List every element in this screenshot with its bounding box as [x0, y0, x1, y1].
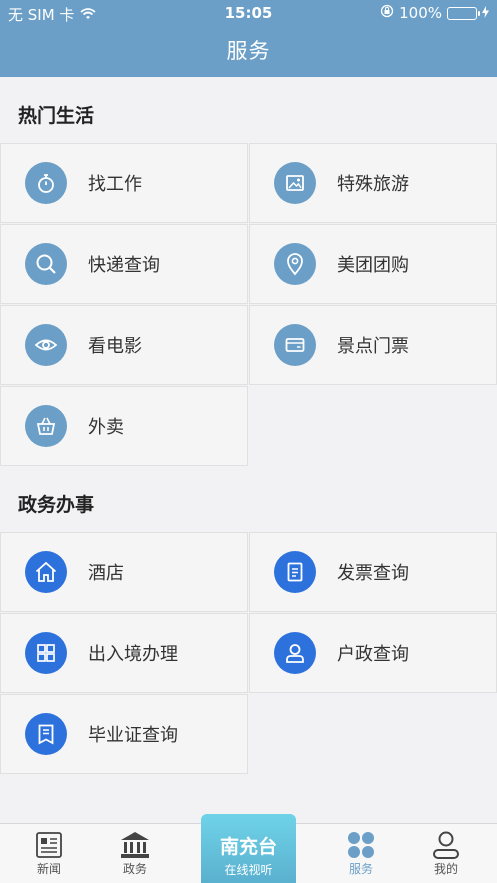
service-hotel[interactable]: 酒店: [0, 532, 248, 612]
section-title-hot-life: 热门生活: [18, 105, 95, 127]
government-building-icon: [100, 830, 170, 860]
battery-icon: [447, 6, 480, 20]
service-invoice-query[interactable]: 发票查询: [249, 532, 497, 612]
rotation-lock-icon: [380, 4, 394, 22]
service-label: 找工作: [88, 174, 142, 195]
page-title: 服务: [0, 26, 497, 77]
tab-government[interactable]: 政务: [100, 830, 170, 877]
center-tab-title: 南充台: [219, 836, 277, 858]
search-icon: [25, 243, 67, 285]
tab-live-broadcast[interactable]: 南充台 在线视听: [201, 814, 296, 883]
home-icon: [25, 551, 67, 593]
service-find-job[interactable]: 找工作: [0, 143, 248, 223]
service-takeout[interactable]: 外卖: [0, 386, 248, 466]
service-label: 户政查询: [337, 644, 409, 665]
section-title-gov-affairs: 政务办事: [18, 494, 95, 516]
service-entry-exit[interactable]: 出入境办理: [0, 613, 248, 693]
service-watch-movie[interactable]: 看电影: [0, 305, 248, 385]
tab-label: 服务: [348, 862, 373, 876]
location-pin-icon: [274, 243, 316, 285]
service-scenic-tickets[interactable]: 景点门票: [249, 305, 497, 385]
battery-percent: 100%: [399, 4, 442, 22]
service-meituan-group[interactable]: 美团团购: [249, 224, 497, 304]
newspaper-icon: [14, 830, 84, 860]
tab-services[interactable]: 服务: [326, 830, 396, 877]
wallet-icon: [274, 324, 316, 366]
service-label: 快递查询: [88, 255, 160, 276]
bookmark-doc-icon: [25, 713, 67, 755]
center-tab-subtitle: 在线视听: [224, 863, 273, 877]
tab-mine[interactable]: 我的: [411, 830, 481, 877]
service-label: 出入境办理: [88, 644, 178, 665]
service-label: 毕业证查询: [88, 725, 178, 746]
status-bar: 无 SIM 卡 15:05 100%: [0, 0, 497, 26]
charging-icon: [482, 4, 489, 22]
image-icon: [274, 162, 316, 204]
user-icon: [411, 830, 481, 860]
service-label: 看电影: [88, 336, 142, 357]
tab-label: 我的: [433, 862, 458, 876]
stopwatch-icon: [25, 162, 67, 204]
service-diploma-query[interactable]: 毕业证查询: [0, 694, 248, 774]
grid-icon: [25, 632, 67, 674]
service-label: 发票查询: [337, 563, 409, 584]
service-label: 特殊旅游: [337, 174, 409, 195]
tab-label: 政务: [122, 862, 147, 876]
service-express-query[interactable]: 快递查询: [0, 224, 248, 304]
tab-news[interactable]: 新闻: [14, 830, 84, 877]
service-special-travel[interactable]: 特殊旅游: [249, 143, 497, 223]
service-household-query[interactable]: 户政查询: [249, 613, 497, 693]
service-label: 外卖: [88, 417, 124, 438]
service-label: 景点门票: [337, 336, 409, 357]
basket-icon: [25, 405, 67, 447]
person-icon: [274, 632, 316, 674]
document-icon: [274, 551, 316, 593]
service-label: 酒店: [88, 563, 124, 584]
clover-icon: [326, 830, 396, 860]
service-label: 美团团购: [337, 255, 409, 276]
eye-icon: [25, 324, 67, 366]
tab-label: 新闻: [36, 862, 61, 876]
